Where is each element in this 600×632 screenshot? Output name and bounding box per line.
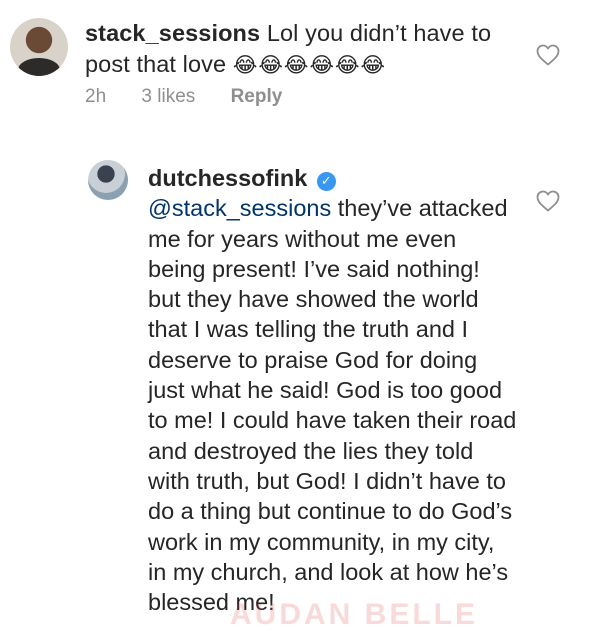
comment-1-username[interactable]: stack_sessions xyxy=(85,20,260,46)
comment-1-meta: 2h 3 likes Reply xyxy=(85,86,312,108)
heart-outline-icon[interactable] xyxy=(536,44,560,66)
comment-1-time: 2h xyxy=(85,86,107,107)
comment-2-body: dutchessofink ✓ @stack_sessions they’ve … xyxy=(148,163,518,617)
comment-2-text: they’ve attacked me for years without me… xyxy=(148,195,517,616)
comment-2-mention[interactable]: @stack_sessions xyxy=(148,195,331,221)
dutchessofink-avatar[interactable] xyxy=(88,160,128,200)
heart-outline-icon[interactable] xyxy=(536,190,560,212)
comment-1-likes[interactable]: 3 likes xyxy=(141,86,195,107)
stack-sessions-avatar[interactable] xyxy=(10,18,68,76)
comment-1-reply-button[interactable]: Reply xyxy=(231,86,283,107)
comment-1-body: stack_sessions Lol you didn’t have to po… xyxy=(85,18,495,81)
laughing-emoji-icons: 😂😂😂😂😂😂 xyxy=(232,53,387,77)
verified-badge-icon: ✓ xyxy=(316,172,336,191)
comment-2-username[interactable]: dutchessofink xyxy=(148,165,307,191)
